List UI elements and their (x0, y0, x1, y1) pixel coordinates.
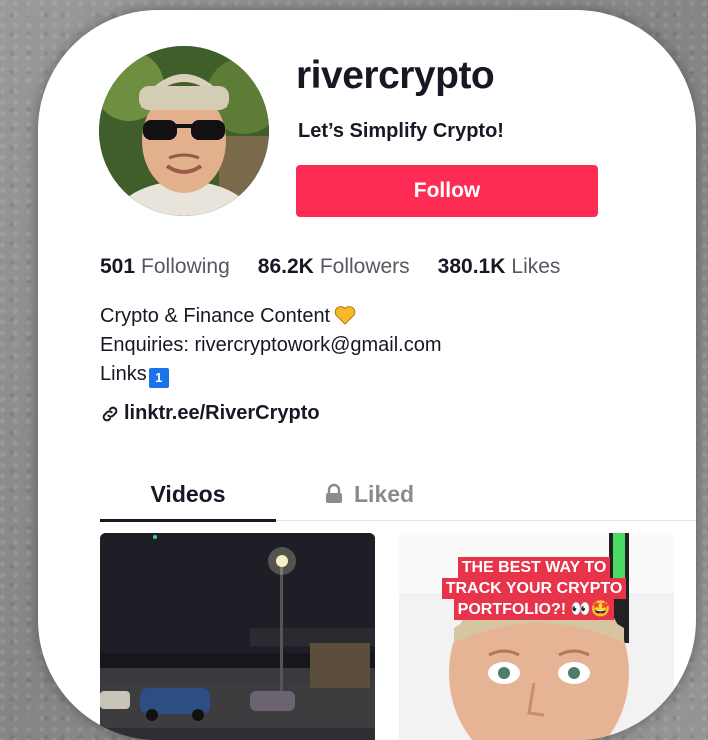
video-thumbnail-image-night-street (100, 533, 375, 740)
follow-button[interactable]: Follow (296, 165, 598, 217)
stat-followers[interactable]: 86.2K Followers (258, 255, 410, 279)
tab-videos[interactable]: Videos (100, 468, 276, 520)
bio-text-enquiries: Enquiries: rivercryptowork@gmail.com (100, 334, 442, 356)
profile-tabs: Videos Liked (100, 468, 696, 522)
username: rivercrypto (296, 54, 495, 97)
profile-link[interactable]: linktr.ee/RiverCrypto (100, 402, 320, 425)
following-label: Following (141, 255, 230, 278)
bio-line-links: Links 1 (100, 360, 442, 389)
lock-icon (326, 483, 342, 503)
yellow-heart-icon (334, 306, 356, 325)
video-caption-overlay: THE BEST WAY TO TRACK YOUR CRYPTO PORTFO… (427, 557, 641, 620)
tab-videos-label: Videos (150, 480, 226, 507)
video-thumbnail[interactable]: THE BEST WAY TO TRACK YOUR CRYPTO PORTFO… (399, 533, 674, 740)
profile-card: rivercrypto Let’s Simplify Crypto! Follo… (38, 10, 696, 740)
keycap-one-icon: 1 (148, 368, 169, 388)
tab-liked-label: Liked (354, 480, 415, 507)
stat-following[interactable]: 501 Following (100, 255, 230, 279)
bio-text-links: Links (100, 363, 147, 385)
active-tab-indicator (100, 519, 276, 522)
caption-line-1: THE BEST WAY TO (457, 557, 611, 578)
followers-label: Followers (319, 255, 410, 278)
avatar[interactable] (99, 46, 269, 216)
profile-tagline: Let’s Simplify Crypto! (298, 120, 504, 142)
profile-link-text: linktr.ee/RiverCrypto (124, 402, 320, 424)
bio-line-content: Crypto & Finance Content (100, 302, 442, 331)
caption-line-3: PORTFOLIO?! 👀🤩 (453, 599, 615, 620)
caption-line-2: TRACK YOUR CRYPTO (441, 578, 627, 599)
profile-bio: Crypto & Finance Content Enquiries: rive… (100, 302, 442, 389)
likes-label: Likes (511, 255, 561, 278)
followers-count: 86.2K (257, 255, 314, 278)
tab-liked[interactable]: Liked (324, 468, 414, 520)
stat-likes: 380.1K Likes (438, 255, 561, 279)
profile-stats: 501 Following 86.2K Followers 380.1K Likes (100, 255, 560, 279)
video-thumbnail[interactable] (100, 533, 375, 740)
avatar-image (99, 46, 269, 216)
link-icon (102, 406, 118, 421)
following-count: 501 (100, 255, 136, 278)
likes-count: 380.1K (437, 255, 506, 278)
bio-text-content: Crypto & Finance Content (100, 305, 331, 327)
